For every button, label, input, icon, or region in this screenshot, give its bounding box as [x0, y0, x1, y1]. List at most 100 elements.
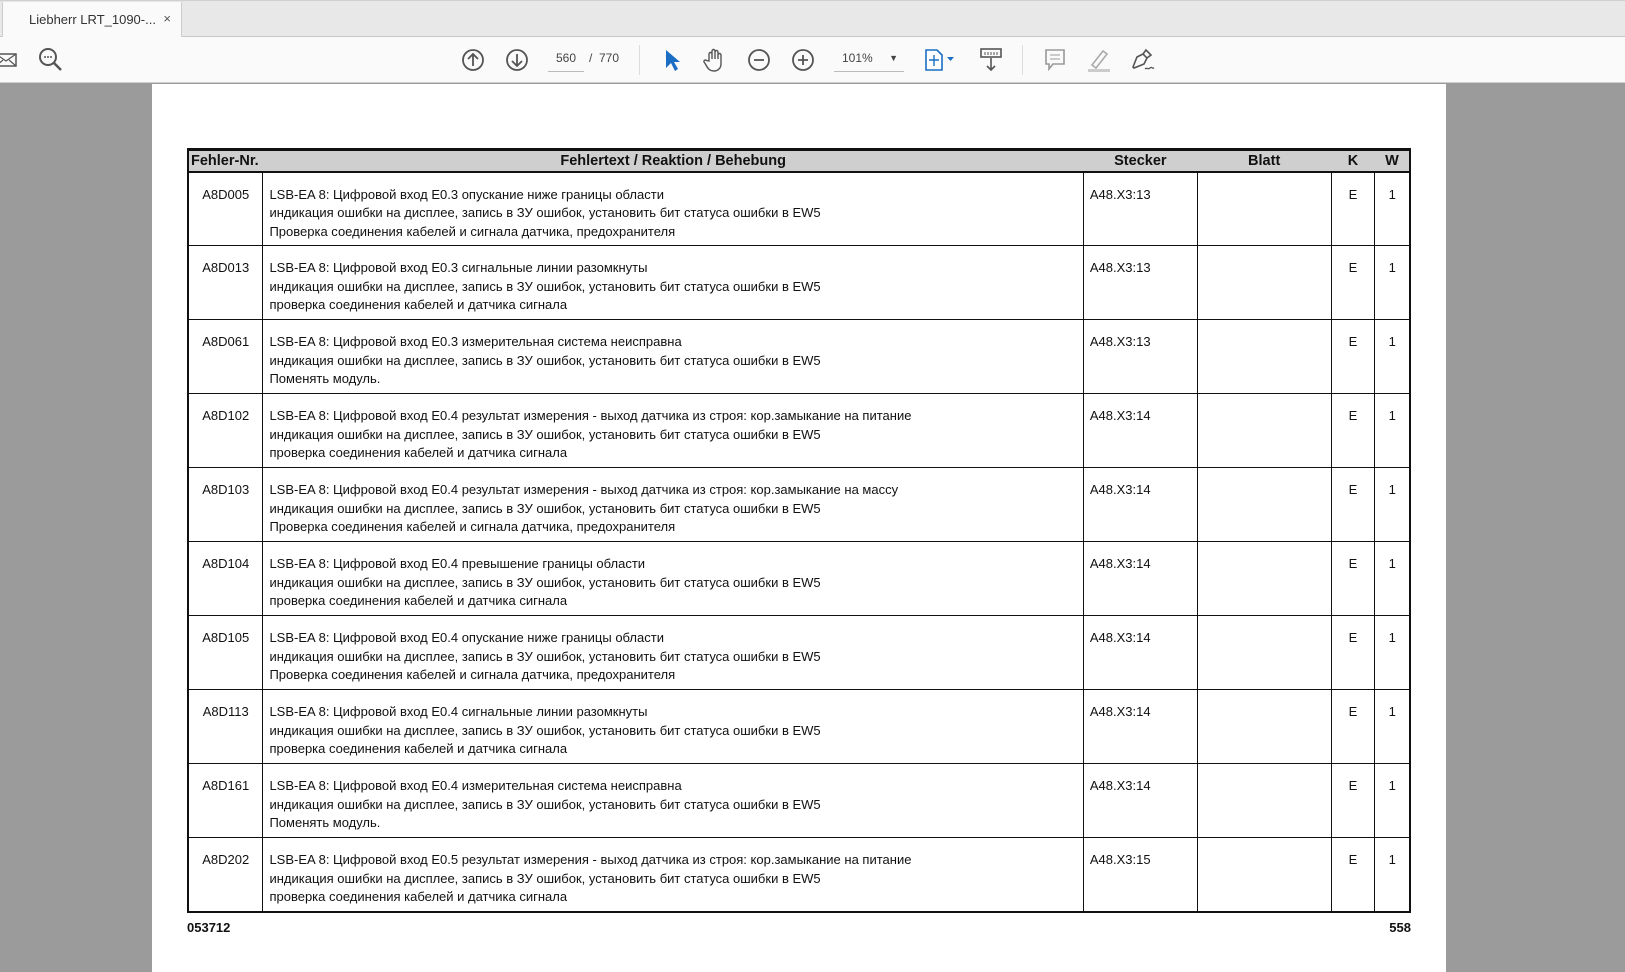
error-text-line: LSB-EA 8: Цифровой вход E0.5 результат и…	[269, 852, 912, 867]
error-code: A8D104	[187, 541, 264, 616]
error-text: LSB-EA 8: Цифровой вход E0.3 измерительн…	[262, 319, 1084, 394]
table-row: A8D005 LSB-EA 8: Цифровой вход E0.3 опуск…	[187, 171, 1412, 246]
error-code: A8D005	[187, 171, 264, 246]
page-total: 770	[599, 51, 620, 65]
error-code: A8D202	[187, 837, 264, 913]
highlight-icon[interactable]	[1084, 37, 1114, 83]
table-row: A8D104 LSB-EA 8: Цифровой вход E0.4 превы…	[187, 541, 1412, 616]
error-text-line: LSB-EA 8: Цифровой вход E0.4 результат и…	[269, 482, 899, 497]
zoom-out-icon[interactable]	[744, 37, 774, 83]
blatt	[1196, 763, 1332, 838]
toolbar: 560 / 770 101% ▼	[0, 37, 1625, 83]
fit-page-icon[interactable]	[922, 37, 958, 83]
error-text-line: индикация ошибки на дисплее, запись в ЗУ…	[269, 205, 821, 220]
zoom-value: 101%	[842, 51, 873, 65]
k-value: E	[1330, 837, 1376, 913]
table-row: A8D061 LSB-EA 8: Цифровой вход E0.3 измер…	[187, 319, 1412, 394]
scroll-mode-icon[interactable]	[976, 37, 1006, 83]
error-code: A8D161	[187, 763, 264, 838]
error-text-line: индикация ошибки на дисплее, запись в ЗУ…	[269, 722, 821, 738]
table-row: A8D103 LSB-EA 8: Цифровой вход E0.4 резул…	[187, 467, 1412, 542]
stecker: A48.X3:14	[1082, 541, 1198, 616]
w-value: 1	[1374, 689, 1412, 764]
table-row: A8D105 LSB-EA 8: Цифровой вход E0.4 опуск…	[187, 615, 1412, 690]
stecker: A48.X3:14	[1082, 393, 1198, 468]
stecker: A48.X3:14	[1082, 615, 1198, 690]
k-value: E	[1330, 615, 1376, 690]
w-value: 1	[1374, 615, 1412, 690]
blatt	[1196, 319, 1332, 394]
pdf-page: Fehler-Nr. Fehlertext / Reaktion / Beheb…	[152, 84, 1446, 972]
table-row: A8D161 LSB-EA 8: Цифровой вход E0.4 измер…	[187, 763, 1412, 838]
table-row: A8D202 LSB-EA 8: Цифровой вход E0.5 резул…	[187, 837, 1412, 913]
divider	[639, 45, 640, 75]
w-value: 1	[1374, 319, 1412, 394]
error-code: A8D105	[187, 615, 264, 690]
header-k: K	[1331, 148, 1375, 173]
document-tab[interactable]: Liebherr LRT_1090-... ×	[2, 2, 182, 38]
blatt	[1196, 245, 1332, 320]
error-text: LSB-EA 8: Цифровой вход E0.4 опускание н…	[262, 615, 1084, 690]
k-value: E	[1330, 393, 1376, 468]
error-text: LSB-EA 8: Цифровой вход E0.4 результат и…	[262, 467, 1084, 542]
header-blatt: Blatt	[1197, 148, 1332, 173]
blatt	[1196, 615, 1332, 690]
chevron-down-icon: ▼	[889, 53, 898, 63]
error-text-line: индикация ошибки на дисплее, запись в ЗУ…	[269, 648, 821, 664]
divider	[1022, 45, 1023, 75]
stecker: A48.X3:14	[1082, 467, 1198, 542]
error-text-line: Поменять модуль.	[269, 371, 381, 386]
k-value: E	[1330, 319, 1376, 394]
error-text-line: индикация ошибки на дисплее, запись в ЗУ…	[269, 278, 821, 294]
error-text-line: индикация ошибки на дисплее, запись в ЗУ…	[269, 352, 821, 368]
table-row: A8D102 LSB-EA 8: Цифровой вход E0.4 резул…	[187, 393, 1412, 468]
error-text: LSB-EA 8: Цифровой вход E0.5 результат и…	[262, 837, 1084, 913]
error-text-line: LSB-EA 8: Цифровой вход E0.4 сигнальные …	[269, 704, 648, 719]
error-code: A8D103	[187, 467, 264, 542]
k-value: E	[1330, 763, 1376, 838]
stecker: A48.X3:14	[1082, 689, 1198, 764]
search-icon[interactable]	[36, 37, 66, 83]
page-up-icon[interactable]	[458, 37, 488, 83]
blatt	[1196, 689, 1332, 764]
header-fehlertext: Fehlertext / Reaktion / Behebung	[262, 148, 1084, 173]
select-cursor-icon[interactable]	[658, 37, 686, 83]
page-number-input[interactable]: 560	[548, 51, 584, 72]
stecker: A48.X3:14	[1082, 763, 1198, 838]
page-down-icon[interactable]	[502, 37, 532, 83]
error-code: A8D102	[187, 393, 264, 468]
error-text-line: LSB-EA 8: Цифровой вход E0.3 сигнальные …	[269, 260, 648, 275]
error-text-line: LSB-EA 8: Цифровой вход E0.4 опускание н…	[269, 630, 664, 645]
zoom-select[interactable]: 101% ▼	[834, 51, 904, 72]
error-text: LSB-EA 8: Цифровой вход E0.4 результат и…	[262, 393, 1084, 468]
error-table: Fehler-Nr. Fehlertext / Reaktion / Beheb…	[187, 148, 1412, 913]
close-tab-icon[interactable]: ×	[163, 11, 171, 26]
tab-title: Liebherr LRT_1090-...	[29, 12, 156, 27]
blatt	[1196, 393, 1332, 468]
error-text-line: LSB-EA 8: Цифровой вход E0.4 измерительн…	[269, 778, 682, 793]
footer-page-number: 558	[1389, 920, 1411, 935]
hand-icon[interactable]	[700, 37, 730, 83]
error-text-line: LSB-EA 8: Цифровой вход E0.4 результат и…	[269, 408, 912, 423]
error-text-line: LSB-EA 8: Цифровой вход E0.4 превышение …	[269, 556, 646, 571]
error-text: LSB-EA 8: Цифровой вход E0.4 сигнальные …	[262, 689, 1084, 764]
zoom-in-icon[interactable]	[788, 37, 818, 83]
error-text-line: проверка соединения кабелей и датчика си…	[269, 297, 568, 312]
k-value: E	[1330, 171, 1376, 246]
stecker: A48.X3:13	[1082, 171, 1198, 246]
error-text-line: индикация ошибки на дисплее, запись в ЗУ…	[269, 870, 821, 886]
mail-icon[interactable]	[0, 37, 20, 83]
comment-icon[interactable]	[1040, 37, 1070, 83]
error-text-line: индикация ошибки на дисплее, запись в ЗУ…	[269, 574, 821, 590]
error-code: A8D061	[187, 319, 264, 394]
sign-icon[interactable]	[1128, 37, 1158, 83]
k-value: E	[1330, 541, 1376, 616]
error-text-line: LSB-EA 8: Цифровой вход E0.3 измерительн…	[269, 334, 682, 349]
error-text-line: проверка соединения кабелей и датчика си…	[269, 741, 568, 756]
w-value: 1	[1374, 245, 1412, 320]
k-value: E	[1330, 245, 1376, 320]
blatt	[1196, 467, 1332, 542]
error-text: LSB-EA 8: Цифровой вход E0.3 опускание н…	[262, 171, 1084, 246]
header-fehler-nr: Fehler-Nr.	[187, 148, 263, 173]
w-value: 1	[1374, 393, 1412, 468]
